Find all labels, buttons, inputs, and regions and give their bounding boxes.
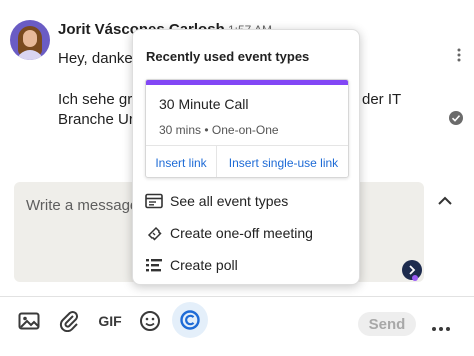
emoji-icon[interactable] xyxy=(137,308,163,334)
message-line-2: Ich sehe gr xyxy=(58,91,133,108)
poll-icon xyxy=(145,256,163,274)
event-name: 30 Minute Call xyxy=(159,96,249,112)
calendly-badge-icon[interactable] xyxy=(402,260,422,281)
event-actions: Insert link Insert single-use link xyxy=(146,145,348,177)
event-card: 30 Minute Call 30 mins • One-on-One Inse… xyxy=(145,79,349,178)
toolbar-divider xyxy=(0,296,474,297)
read-receipt-icon xyxy=(449,111,463,125)
gif-button[interactable]: GIF xyxy=(97,308,123,334)
collapse-composer-button[interactable] xyxy=(432,188,458,214)
menu-item-label: Create poll xyxy=(170,257,238,273)
calendly-icon xyxy=(180,310,200,330)
popover-title: Recently used event types xyxy=(146,49,310,64)
message-line-1: Hey, danke xyxy=(58,50,133,67)
insert-single-use-link-button[interactable]: Insert single-use link xyxy=(217,146,348,177)
calendly-button[interactable] xyxy=(172,302,208,338)
create-poll-item[interactable]: Create poll xyxy=(145,254,238,276)
insert-link-button[interactable]: Insert link xyxy=(146,146,216,177)
sender-avatar[interactable] xyxy=(10,20,50,60)
event-color-bar xyxy=(146,80,348,85)
send-button[interactable]: Send xyxy=(358,312,416,336)
menu-item-label: Create one-off meeting xyxy=(170,225,313,241)
ticket-icon xyxy=(145,224,163,242)
message-line-3: Branche Ur xyxy=(58,111,134,128)
message-more-icon[interactable] xyxy=(452,48,466,62)
event-meta: 30 mins • One-on-One xyxy=(159,123,279,137)
message-line-2-end: der IT xyxy=(362,91,402,108)
event-types-icon xyxy=(145,192,163,210)
gif-label: GIF xyxy=(98,313,122,329)
chevron-up-icon xyxy=(438,196,452,205)
image-icon[interactable] xyxy=(16,308,42,334)
attachment-icon[interactable] xyxy=(56,308,82,334)
menu-item-label: See all event types xyxy=(170,193,289,209)
create-one-off-meeting-item[interactable]: Create one-off meeting xyxy=(145,222,313,244)
calendly-popover: Recently used event types 30 Minute Call… xyxy=(132,29,360,285)
more-options-icon[interactable] xyxy=(432,318,453,336)
see-all-event-types-item[interactable]: See all event types xyxy=(145,190,288,212)
